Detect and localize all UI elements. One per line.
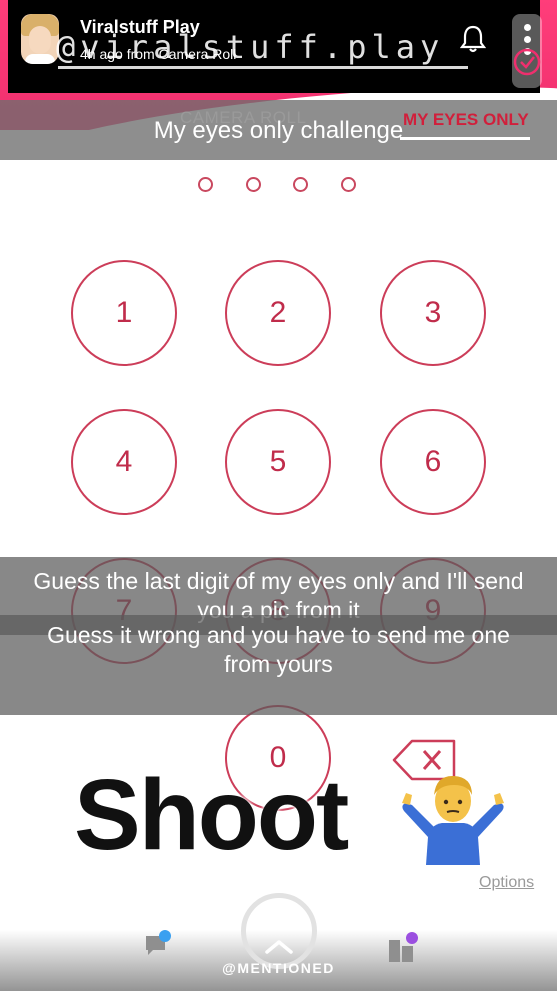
caption-guess-line1: Guess the last digit of my eyes only and… [33,568,524,594]
pin-dot [341,177,356,192]
handle-underline [58,66,468,69]
shoot-sticker-text: Shoot [74,759,349,871]
capture-button[interactable] [241,893,317,969]
lock-badge-icon [512,14,542,88]
chevron-up-icon[interactable] [264,938,294,954]
man-shrugging-emoji-icon [402,775,504,865]
avatar-body [25,54,55,64]
pin-dots [193,175,373,195]
bell-icon[interactable] [460,24,486,54]
avatar[interactable] [21,14,59,64]
pin-dot [246,177,261,192]
keypad-key-4[interactable]: 4 [71,409,177,515]
options-link[interactable]: Options [479,874,534,892]
keypad-key-3[interactable]: 3 [380,260,486,366]
caption-wrong-line1: Guess it wrong and you have to send me o… [47,622,510,648]
chat-icon[interactable] [143,930,173,960]
caption-band-wrong: Guess it wrong and you have to send me o… [0,615,557,715]
caption-wrong-line2: from yours [224,651,333,677]
keypad-key-1[interactable]: 1 [71,260,177,366]
keypad-key-6[interactable]: 6 [380,409,486,515]
story-username[interactable]: Viralstuff Play [80,17,200,38]
keypad-key-2[interactable]: 2 [225,260,331,366]
pin-dot [198,177,213,192]
keypad-key-5[interactable]: 5 [225,409,331,515]
pin-dot [293,177,308,192]
avatar-face [29,26,51,54]
caption-challenge-title: My eyes only challenge [153,117,404,144]
mentioned-label: @MENTIONED [222,960,335,976]
discover-icon[interactable] [386,930,418,964]
story-subtitle: 4h ago from Camera Roll [80,46,237,62]
